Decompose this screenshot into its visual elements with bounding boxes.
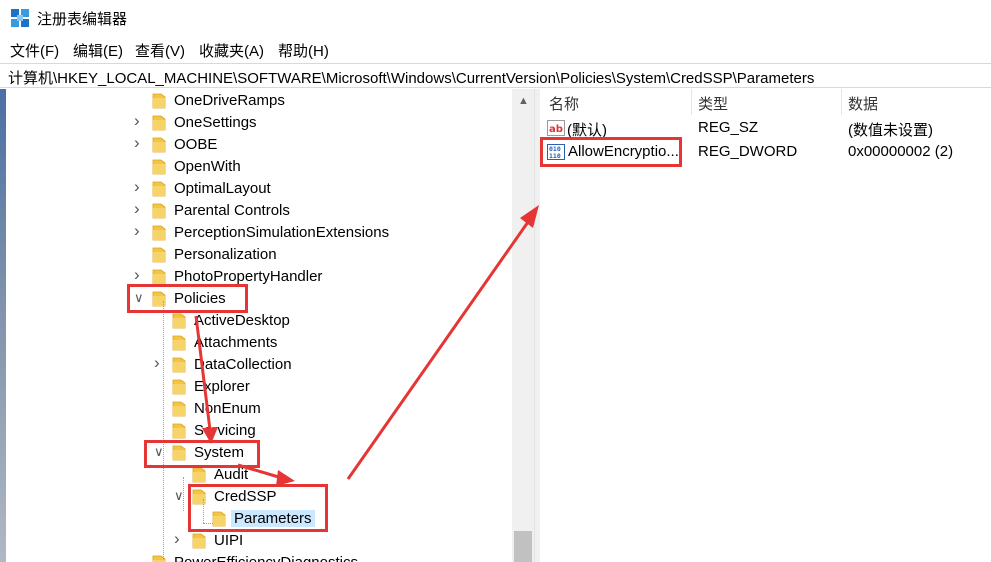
tree-item-label[interactable]: Personalization [171,246,280,263]
tree-item-label[interactable]: Explorer [191,378,253,395]
tree-item-policies[interactable]: ∨ Policies [0,288,510,310]
tree-item-label[interactable]: OneDriveRamps [171,92,288,109]
tree-connector-line [183,477,184,511]
highlight-allowencryption [540,137,682,167]
highlight-credssp-parameters [188,484,328,532]
tree-item-personalization[interactable]: Personalization [0,244,510,266]
tree-item-powerefficiencydiagnostics[interactable]: PowerEfficiencyDiagnostics [0,552,510,562]
folder-icon [192,533,206,549]
folder-icon [172,401,186,417]
string-value-icon: ab [547,120,565,136]
tree-item-optimallayout[interactable]: › OptimalLayout [0,177,510,200]
tree-item-uipi[interactable]: › UIPI [0,529,510,552]
chevron-right-icon[interactable]: › [134,111,144,130]
tree-item-label[interactable]: NonEnum [191,400,264,417]
column-data[interactable]: 数据 [848,93,878,114]
tree-item-label[interactable]: DataCollection [191,356,295,373]
tree-item-label[interactable]: PowerEfficiencyDiagnostics [171,554,361,562]
background-window-edge [0,89,6,562]
chevron-right-icon[interactable]: › [174,529,184,548]
column-name[interactable]: 名称 [549,93,579,114]
column-divider[interactable] [841,89,842,115]
chevron-right-icon[interactable]: › [134,177,144,196]
tree-item-label[interactable]: OneSettings [171,114,260,131]
menu-help[interactable]: 帮助(H) [278,40,329,61]
tree-item-activedesktop[interactable]: ActiveDesktop [0,310,510,332]
scroll-up-icon[interactable]: ▲ [518,95,529,107]
tree-item-label[interactable]: ActiveDesktop [191,312,293,329]
tree-scrollbar[interactable]: ▲ [512,89,534,562]
tree-item-attachments[interactable]: Attachments [0,332,510,354]
folder-icon [152,181,166,197]
tree-connector-line [163,301,164,559]
tree-item-oobe[interactable]: › OOBE [0,133,510,156]
value-type: REG_DWORD [698,143,798,160]
tree-item-onedriveramps[interactable]: OneDriveRamps [0,90,510,112]
tree-item-photopropertyhandler[interactable]: › PhotoPropertyHandler [0,265,510,288]
tree-item-servicing[interactable]: Servicing [0,420,510,442]
tree-item-label[interactable]: Attachments [191,334,280,351]
value-data: 0x00000002 (2) [848,143,954,160]
tree-item-onesettings[interactable]: › OneSettings [0,111,510,134]
menu-file[interactable]: 文件(F) [10,40,59,61]
address-path[interactable]: 计算机\HKEY_LOCAL_MACHINE\SOFTWARE\Microsof… [8,67,814,88]
menu-edit[interactable]: 编辑(E) [73,40,123,61]
tree-item-nonenum[interactable]: NonEnum [0,398,510,420]
tree-item-datacollection[interactable]: › DataCollection [0,353,510,376]
tree-item-label[interactable]: Parental Controls [171,202,293,219]
folder-icon [152,225,166,241]
chevron-right-icon[interactable]: › [134,221,144,240]
column-type[interactable]: 类型 [698,93,728,114]
folder-icon [172,313,186,329]
folder-icon [172,335,186,351]
folder-icon [152,159,166,175]
folder-icon [172,379,186,395]
folder-icon [152,137,166,153]
address-bar[interactable]: 计算机\HKEY_LOCAL_MACHINE\SOFTWARE\Microsof… [0,63,991,88]
menu-favorites[interactable]: 收藏夹(A) [199,40,264,61]
chevron-right-icon[interactable]: › [134,133,144,152]
tree-item-parental-controls[interactable]: › Parental Controls [0,199,510,222]
tree-item-label[interactable]: OptimalLayout [171,180,274,197]
folder-icon [172,423,186,439]
value-data: (数值未设置) [848,122,933,139]
folder-icon [152,203,166,219]
value-type: REG_SZ [698,119,759,136]
scroll-thumb[interactable] [514,531,532,562]
window-title: 注册表编辑器 [37,11,128,28]
highlight-system [144,440,260,468]
folder-icon [152,115,166,131]
folder-icon [172,357,186,373]
tree-item-label[interactable]: OpenWith [171,158,244,175]
folder-icon [192,467,206,483]
chevron-right-icon[interactable]: › [134,265,144,284]
tree-item-label[interactable]: Audit [211,466,251,483]
tree-item-label[interactable]: OOBE [171,136,220,153]
tree-item-explorer[interactable]: Explorer [0,376,510,398]
tree-item-label[interactable]: PhotoPropertyHandler [171,268,325,285]
chevron-right-icon[interactable]: › [134,199,144,218]
registry-editor-icon [11,9,29,27]
menu-bar: 文件(F) 编辑(E) 查看(V) 收藏夹(A) 帮助(H) [0,38,991,62]
tree-item-openwith[interactable]: OpenWith [0,156,510,178]
highlight-policies [127,284,248,313]
folder-icon [152,93,166,109]
tree-item-perceptionsimulationextensions[interactable]: › PerceptionSimulationExtensions [0,221,510,244]
tree-item-label[interactable]: UIPI [211,532,246,549]
tree-item-label[interactable]: Servicing [191,422,259,439]
column-divider[interactable] [691,89,692,115]
folder-icon [152,247,166,263]
menu-view[interactable]: 查看(V) [135,40,185,61]
svg-text:ab: ab [549,124,563,135]
title-bar: 注册表编辑器 [0,0,991,36]
tree-item-label[interactable]: PerceptionSimulationExtensions [171,224,392,241]
folder-icon [152,269,166,285]
